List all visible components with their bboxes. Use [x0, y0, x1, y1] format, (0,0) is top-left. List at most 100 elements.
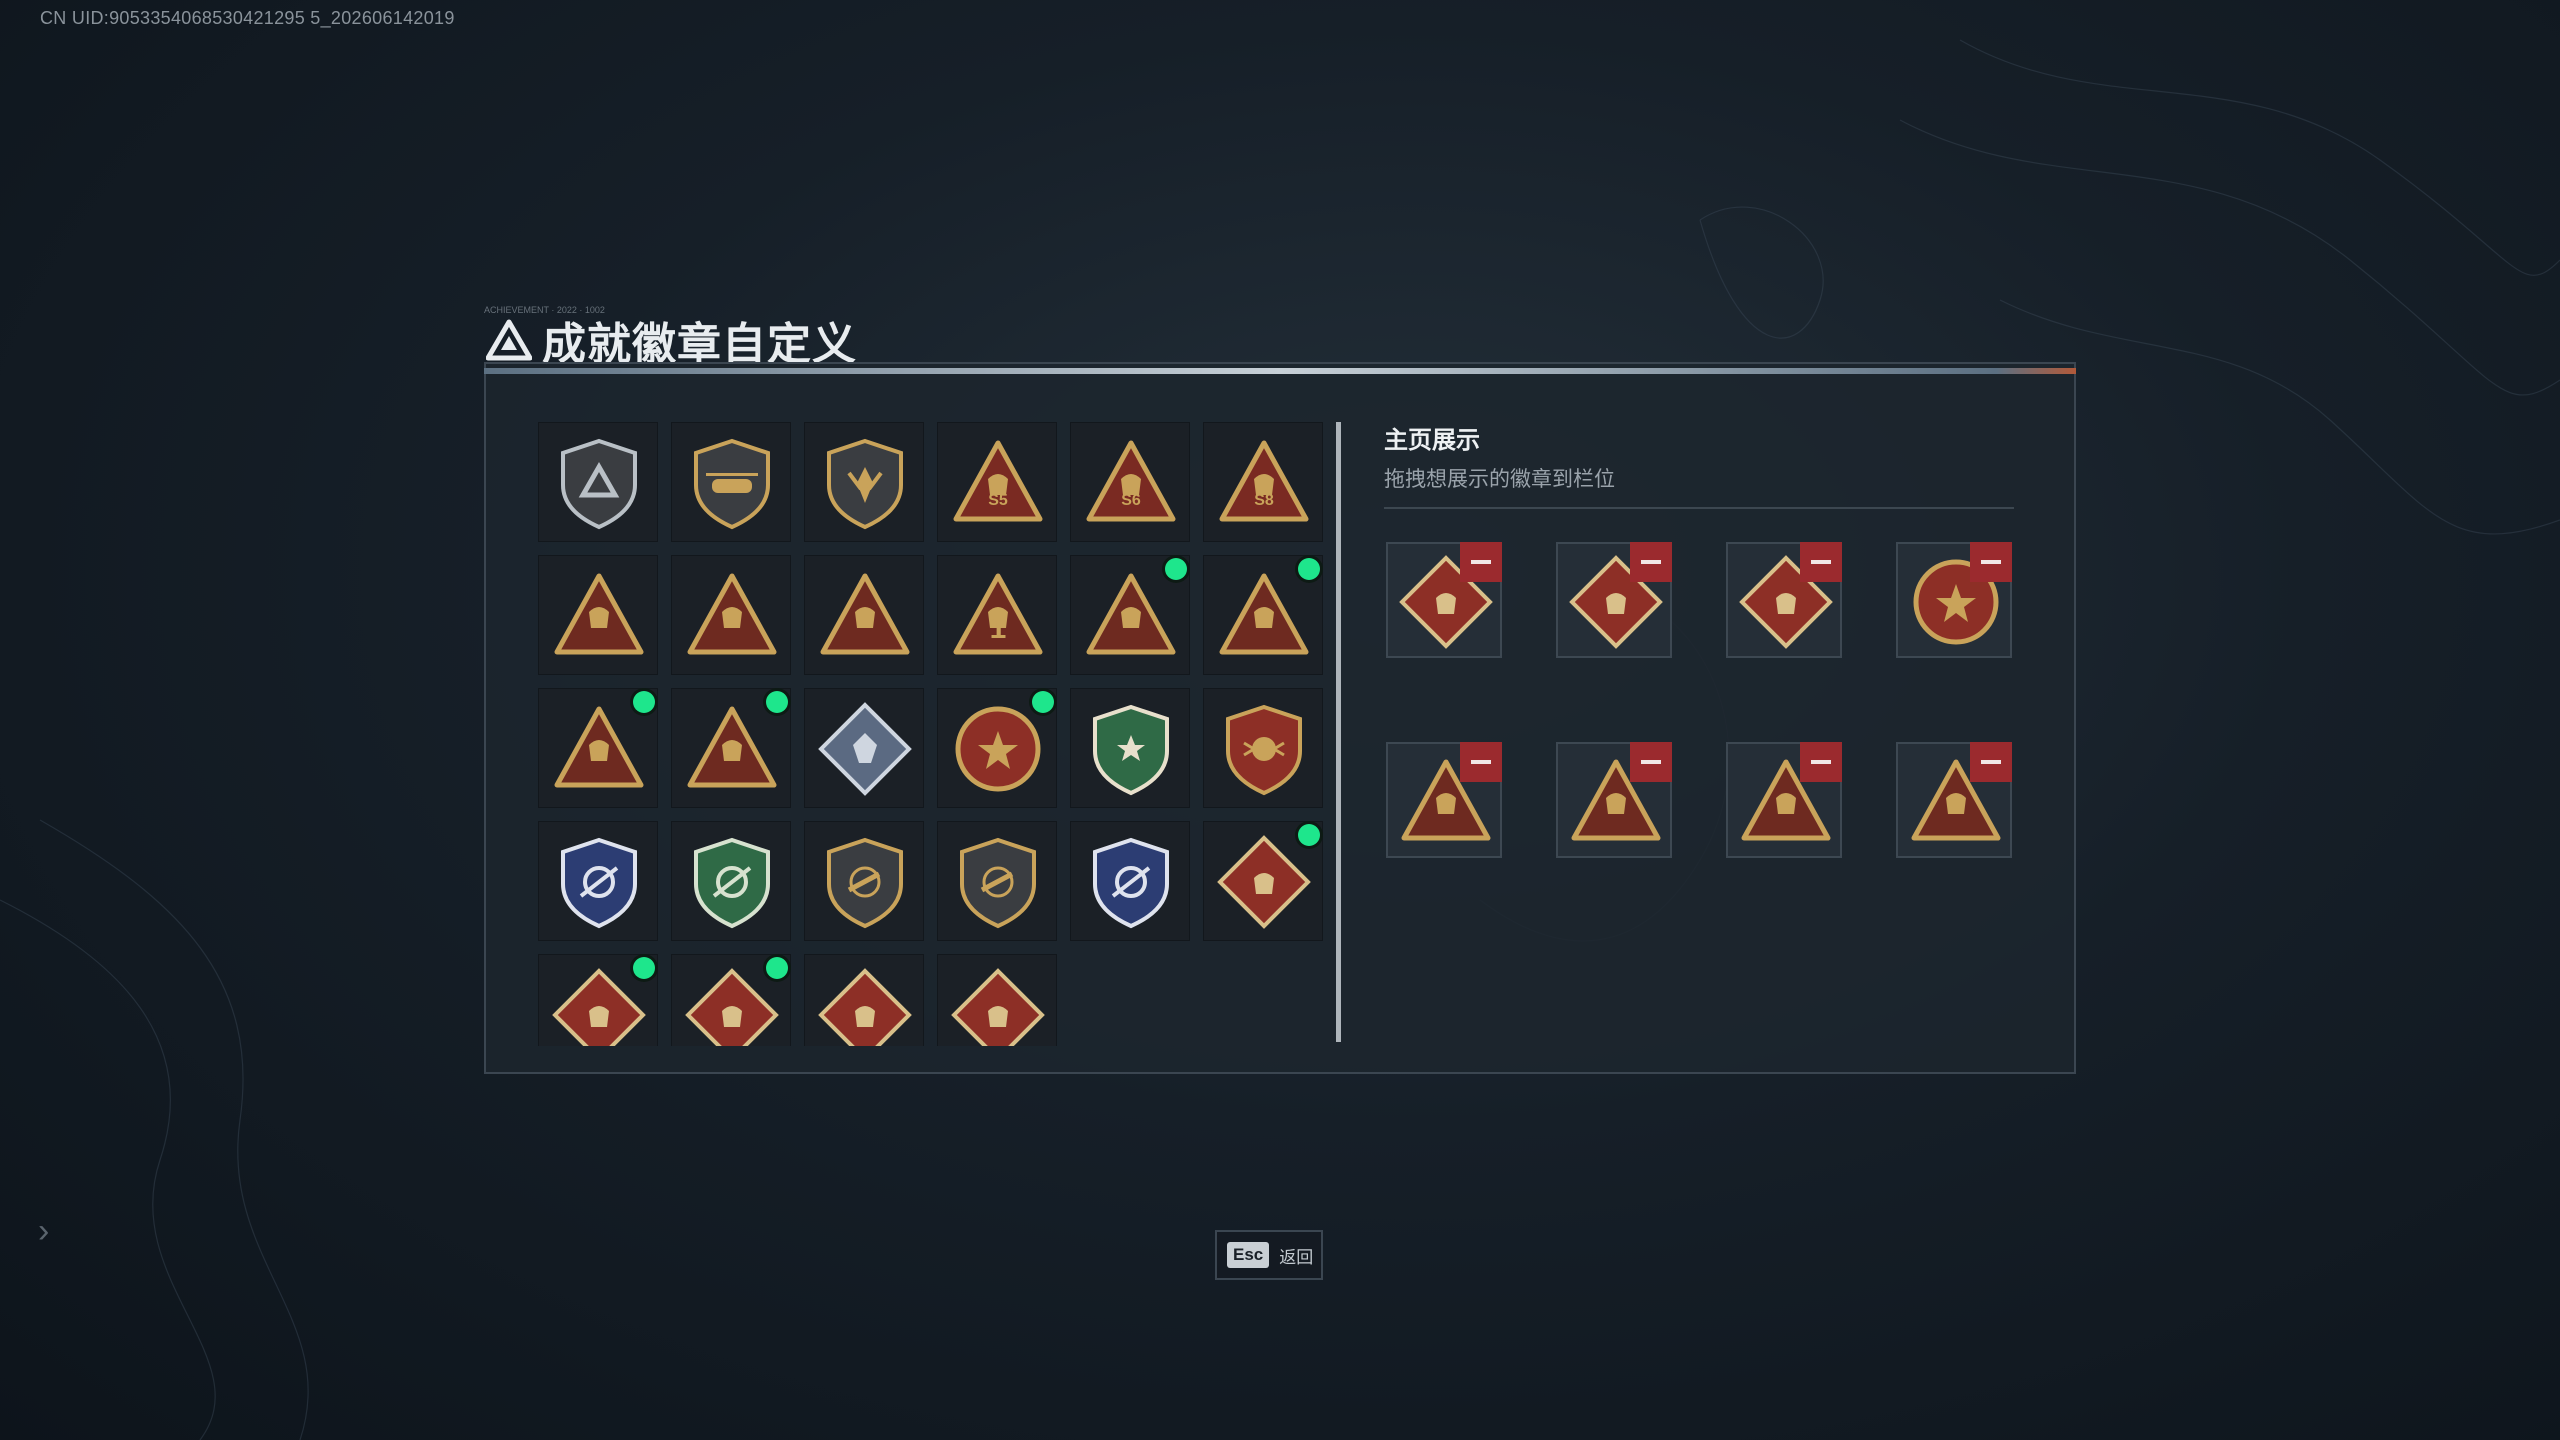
showcase-slot[interactable] [1556, 742, 1672, 858]
badge-text: 1 [990, 612, 1007, 645]
remove-badge-button[interactable] [1970, 742, 2012, 782]
badge-cell[interactable]: S8 [1203, 422, 1323, 542]
remove-badge-button[interactable] [1630, 542, 1672, 582]
back-label: 返回 [1279, 1247, 1314, 1267]
badge-cell[interactable] [671, 688, 791, 808]
soldier-icon [1946, 793, 1966, 814]
crossed-guns-badge-icon [1093, 837, 1169, 929]
sword-badge-icon [951, 968, 1045, 1046]
bottle-icon [1436, 793, 1456, 814]
rifle-badge-icon [827, 837, 903, 929]
boat-badge-icon [820, 573, 910, 655]
badge-cell[interactable] [1070, 821, 1190, 941]
rocket-icon [722, 740, 742, 761]
badge-cell[interactable] [937, 821, 1057, 941]
new-badge-dot-icon [1165, 558, 1187, 580]
new-badge-dot-icon [1032, 691, 1054, 713]
dragon-badge-icon [552, 968, 646, 1046]
showcase-slot[interactable] [1726, 542, 1842, 658]
showcase-divider [1384, 507, 2014, 509]
badge-cell[interactable] [538, 555, 658, 675]
remove-badge-button[interactable] [1630, 742, 1672, 782]
badge-cell[interactable] [538, 688, 658, 808]
badge-cell[interactable] [1203, 688, 1323, 808]
dragon-icon [589, 1006, 609, 1027]
back-button[interactable]: Esc 返回 [1215, 1230, 1323, 1280]
card-badge-icon: S8 [1219, 440, 1309, 522]
new-badge-dot-icon [633, 691, 655, 713]
boat-icon [855, 607, 875, 628]
showcase-heading: 主页展示 [1384, 427, 1480, 454]
star-badge-icon [955, 706, 1041, 792]
remove-badge-button[interactable] [1800, 542, 1842, 582]
badge-cell[interactable] [538, 954, 658, 1046]
showcase-slot[interactable] [1896, 542, 2012, 658]
remove-badge-button[interactable] [1460, 742, 1502, 782]
badge-cell[interactable] [937, 954, 1057, 1046]
badge-cell[interactable] [804, 422, 924, 542]
showcase-slot[interactable] [1726, 742, 1842, 858]
badge-cell[interactable] [671, 555, 791, 675]
badge-cell[interactable] [1203, 821, 1323, 941]
badge-cell[interactable] [937, 688, 1057, 808]
badge-frame [561, 438, 637, 530]
crown-hands-icon [1254, 607, 1274, 628]
showcase-subtitle: 拖拽想展示的徽章到栏位 [1384, 468, 1615, 491]
badge-cell[interactable]: S5 [937, 422, 1057, 542]
badge-cell[interactable] [804, 688, 924, 808]
new-badge-dot-icon [766, 957, 788, 979]
runner-icon [722, 1006, 742, 1027]
showcase-slot[interactable] [1386, 742, 1502, 858]
showcase-slot[interactable] [1386, 542, 1502, 658]
badge-cell[interactable] [1070, 688, 1190, 808]
rocket-badge-icon [687, 706, 777, 788]
badge-cell[interactable] [538, 422, 658, 542]
badge-cell[interactable] [671, 821, 791, 941]
helicopter-icon [706, 473, 758, 493]
badge-cell[interactable] [671, 954, 791, 1046]
showcase-slot[interactable] [1896, 742, 2012, 858]
showcase-section: 主页展示 拖拽想展示的徽章到栏位 [1384, 420, 2014, 509]
badge-cell[interactable] [671, 422, 791, 542]
badge-cell[interactable]: 1 [937, 555, 1057, 675]
bag-badge-icon: S5 [953, 440, 1043, 522]
wing-crest-badge-icon [1226, 704, 1302, 796]
number-badge-icon: 1 [953, 573, 1043, 655]
badge-grid-scrollbar[interactable] [1336, 422, 1341, 1042]
left-arrow-icon: › [38, 1212, 50, 1250]
new-badge-dot-icon [1298, 824, 1320, 846]
crosshair-rifle-badge-icon [694, 837, 770, 929]
eagle-badge-icon [561, 837, 637, 929]
tower-badge-icon [554, 573, 644, 655]
badge-cell[interactable]: S6 [1070, 422, 1190, 542]
horse-badge-icon [818, 968, 912, 1046]
logo-badge-icon [561, 438, 637, 530]
remove-badge-button[interactable] [1460, 542, 1502, 582]
tower-icon [589, 607, 609, 628]
badge-cell[interactable] [804, 821, 924, 941]
game-logo-icon [486, 319, 532, 361]
badge-text: S6 [1121, 492, 1141, 509]
badge-text: S8 [1254, 492, 1274, 509]
wolf-icon [1606, 593, 1626, 614]
badge-cell[interactable] [804, 954, 924, 1046]
remove-badge-button[interactable] [1970, 542, 2012, 582]
showcase-slots [1386, 542, 2012, 858]
bottle-badge-icon [1086, 573, 1176, 655]
badge-cell[interactable] [538, 821, 658, 941]
runner-icon [1776, 593, 1796, 614]
sword-icon [988, 1006, 1008, 1027]
showcase-slot[interactable] [1556, 542, 1672, 658]
badge-cell[interactable] [1203, 555, 1323, 675]
pistol-badge-icon [960, 837, 1036, 929]
badge-collection-grid: S5 S6 S8 1 [538, 422, 1328, 1046]
star-shield-badge-icon [1093, 704, 1169, 796]
badge-cell[interactable] [804, 555, 924, 675]
crystal-badge-icon [818, 702, 912, 796]
remove-badge-button[interactable] [1800, 742, 1842, 782]
wolf-icon [1254, 873, 1274, 894]
dragon-icon [1436, 593, 1456, 614]
user-uid: CN UID:9053354068530421295 5_20260614201… [40, 8, 455, 28]
wings-badge-icon [827, 438, 903, 530]
badge-cell[interactable] [1070, 555, 1190, 675]
